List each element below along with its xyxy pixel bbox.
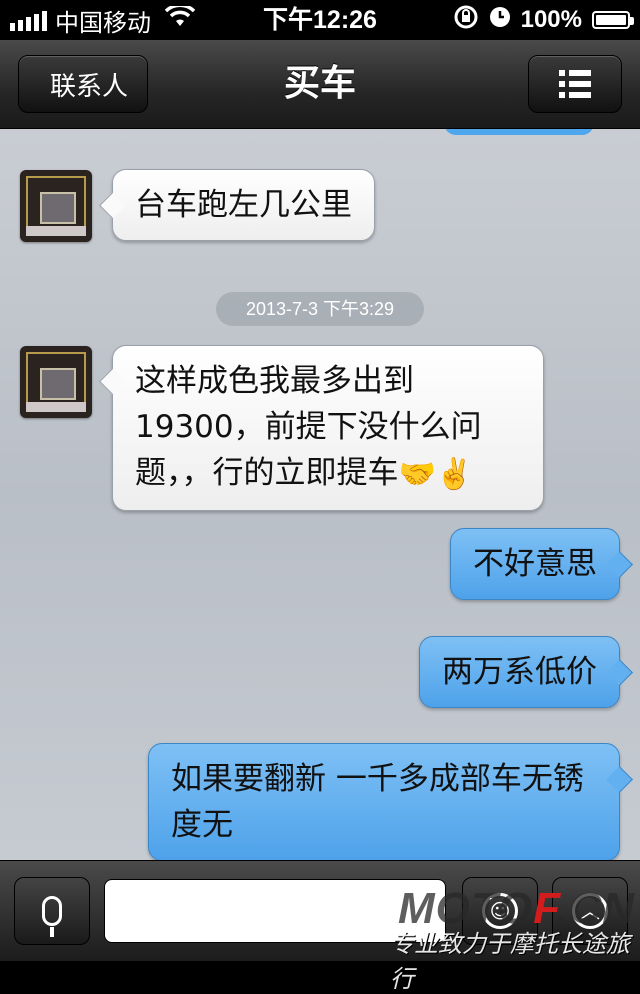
message-timestamp: 2013-7-3 下午3:29 xyxy=(216,292,424,326)
contact-avatar[interactable] xyxy=(20,346,92,418)
message-text: 两万系低价 xyxy=(442,654,597,690)
status-bar: 中国移动 下午12:26 100% xyxy=(0,0,640,40)
watermark-tagline: 专业致力于摩托长途旅行 xyxy=(390,930,630,993)
status-bar-right: 100% xyxy=(453,0,634,40)
message-text: 不好意思 xyxy=(473,546,597,582)
battery-percentage: 100% xyxy=(520,6,582,33)
incoming-message-bubble[interactable]: 这样成色我最多出到19300，前提下没什么问题，，行的立即提车🤝✌️ xyxy=(112,345,544,511)
voice-input-button[interactable] xyxy=(14,877,90,945)
message-list[interactable]: 台车跑左几公里 2013-7-3 下午3:29 这样成色我最多出到19300，前… xyxy=(0,129,640,860)
rotation-lock-icon xyxy=(453,4,479,37)
microphone-icon xyxy=(42,896,62,937)
battery-icon xyxy=(592,11,634,29)
message-text: 台车跑左几公里 xyxy=(135,187,352,223)
alarm-clock-icon xyxy=(489,6,511,35)
back-to-contacts-button[interactable]: 联系人 xyxy=(18,55,148,113)
victory-hand-emoji-icon: ✌️ xyxy=(435,456,474,492)
message-text: 如果要翻新 一千多成部车无锈度无 xyxy=(171,761,584,843)
contact-avatar[interactable] xyxy=(20,170,92,242)
outgoing-message-bubble[interactable]: 如果要翻新 一千多成部车无锈度无 xyxy=(148,743,620,860)
list-icon xyxy=(559,70,591,98)
chat-info-button[interactable] xyxy=(528,55,622,113)
outgoing-message-bubble[interactable]: 两万系低价 xyxy=(419,636,620,708)
incoming-message-bubble[interactable]: 台车跑左几公里 xyxy=(112,169,375,241)
outgoing-message-bubble[interactable]: 不好意思 xyxy=(450,528,620,600)
navigation-bar: 买车 联系人 xyxy=(0,40,640,129)
previous-message-bubble xyxy=(444,129,594,135)
handshake-emoji-icon: 🤝 xyxy=(398,456,436,492)
